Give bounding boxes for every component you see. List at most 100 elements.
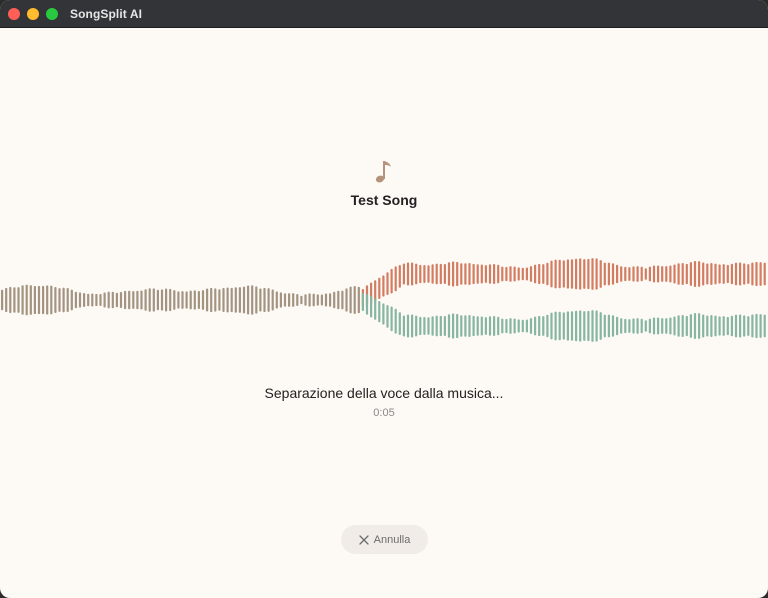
vocals-waveform-bar — [460, 263, 463, 285]
waveform-bar — [5, 287, 8, 313]
vocals-waveform-bar — [714, 263, 717, 285]
music-waveform-bar — [456, 313, 459, 339]
vocals-waveform-bar — [730, 263, 733, 285]
music-waveform-bar — [657, 317, 660, 335]
vocals-waveform-bar — [751, 262, 754, 286]
waveform-bar — [292, 293, 295, 307]
music-waveform-bar — [370, 296, 373, 318]
waveform-bar — [357, 286, 360, 314]
waveform-bar — [124, 290, 127, 310]
music-waveform-bar — [558, 311, 561, 341]
music-waveform-bar — [689, 314, 692, 338]
music-waveform-bar — [628, 319, 631, 333]
vocals-waveform-bar — [505, 266, 508, 282]
music-waveform-bar — [595, 310, 598, 342]
music-waveform-bar — [435, 315, 438, 337]
music-waveform-bar — [452, 313, 455, 339]
waveform-bar — [169, 288, 172, 312]
vocals-waveform-bar — [484, 265, 487, 283]
vocals-waveform-bar — [439, 263, 442, 285]
waveform-bar — [25, 284, 28, 316]
music-waveform-bar — [566, 311, 569, 341]
music-waveform-bar — [484, 317, 487, 335]
music-waveform-bar — [710, 315, 713, 337]
waveform-bar — [128, 290, 131, 310]
music-waveform-bar — [390, 306, 393, 332]
waveform-bar — [316, 294, 319, 306]
vocals-waveform-bar — [452, 261, 455, 287]
waveform-bar — [312, 293, 315, 307]
maximize-window-button[interactable] — [46, 8, 58, 20]
music-waveform-bar — [419, 316, 422, 336]
vocals-waveform-bar — [378, 277, 381, 299]
music-waveform-bar — [755, 313, 758, 339]
music-waveform-bar — [718, 316, 721, 336]
waveform-bar — [267, 288, 270, 312]
vocals-waveform-bar — [435, 263, 438, 285]
music-waveform-bar — [382, 303, 385, 325]
music-waveform-bar — [747, 316, 750, 336]
waveform-bar — [132, 291, 135, 309]
music-waveform-bar — [521, 319, 524, 333]
waveform-bar — [66, 288, 69, 312]
vocals-waveform-bar — [616, 264, 619, 284]
waveform-bar — [42, 285, 45, 315]
minimize-window-button[interactable] — [27, 8, 39, 20]
waveform-bar — [349, 286, 352, 314]
vocals-waveform-bar — [488, 264, 492, 284]
window-title: SongSplit AI — [70, 7, 143, 21]
vocals-waveform-bar — [398, 265, 401, 288]
cancel-button[interactable]: Annulla — [341, 525, 428, 554]
close-window-button[interactable] — [8, 8, 20, 20]
vocals-waveform-bar — [726, 264, 729, 284]
waveform-bar — [345, 288, 348, 312]
vocals-waveform-bar — [644, 268, 647, 280]
vocals-waveform-bar — [698, 261, 701, 287]
song-title: Test Song — [350, 192, 418, 208]
waveform-bar — [111, 291, 114, 309]
vocals-waveform-bar — [603, 262, 606, 286]
vocals-waveform-bar — [402, 263, 405, 285]
vocals-waveform-bar — [501, 266, 504, 282]
waveform-bar — [263, 287, 266, 313]
main-content: Test Song Separazione della voce dalla m… — [0, 28, 768, 598]
music-waveform-bar — [681, 314, 684, 338]
waveform-bar — [304, 294, 307, 306]
music-waveform-bar — [624, 318, 627, 334]
music-waveform-bar — [447, 314, 451, 338]
music-waveform-bar — [554, 311, 557, 341]
waveform-bar — [140, 290, 143, 310]
waveform-bar — [21, 285, 24, 315]
music-waveform-bar — [472, 315, 475, 337]
vocals-waveform-bar — [517, 267, 520, 281]
vocals-waveform-bar — [419, 264, 422, 284]
vocals-waveform-bar — [734, 262, 738, 286]
music-waveform-bar — [739, 314, 742, 338]
vocals-waveform-bar — [509, 266, 512, 282]
vocals-waveform-bar — [648, 266, 651, 282]
music-waveform-bar — [693, 312, 697, 340]
vocals-waveform-bar — [513, 266, 516, 282]
vocals-waveform-bar — [755, 261, 758, 287]
vocals-waveform-bar — [394, 266, 397, 292]
vocals-waveform-bar — [636, 266, 639, 282]
waveform-bar — [177, 291, 180, 309]
cancel-button-label: Annulla — [373, 533, 411, 546]
vocals-waveform-bar — [640, 266, 643, 282]
music-waveform-bar — [743, 315, 746, 337]
vocals-waveform-bar — [525, 267, 528, 281]
music-waveform-bar — [443, 316, 446, 336]
waveform-bar — [353, 286, 356, 314]
music-waveform-bar — [411, 314, 414, 338]
vocals-waveform-bar — [493, 263, 496, 285]
music-waveform-bar — [538, 315, 541, 337]
music-waveform-bar — [386, 305, 389, 328]
vocals-waveform-bar — [595, 258, 598, 290]
waveform-bar — [58, 288, 61, 312]
waveform-bar — [99, 294, 102, 306]
waveform-bar — [247, 285, 250, 315]
music-waveform-bar — [513, 318, 516, 334]
vocals-waveform-bar — [411, 262, 414, 286]
waveform-bar — [288, 293, 291, 307]
music-waveform-bar — [603, 314, 606, 338]
